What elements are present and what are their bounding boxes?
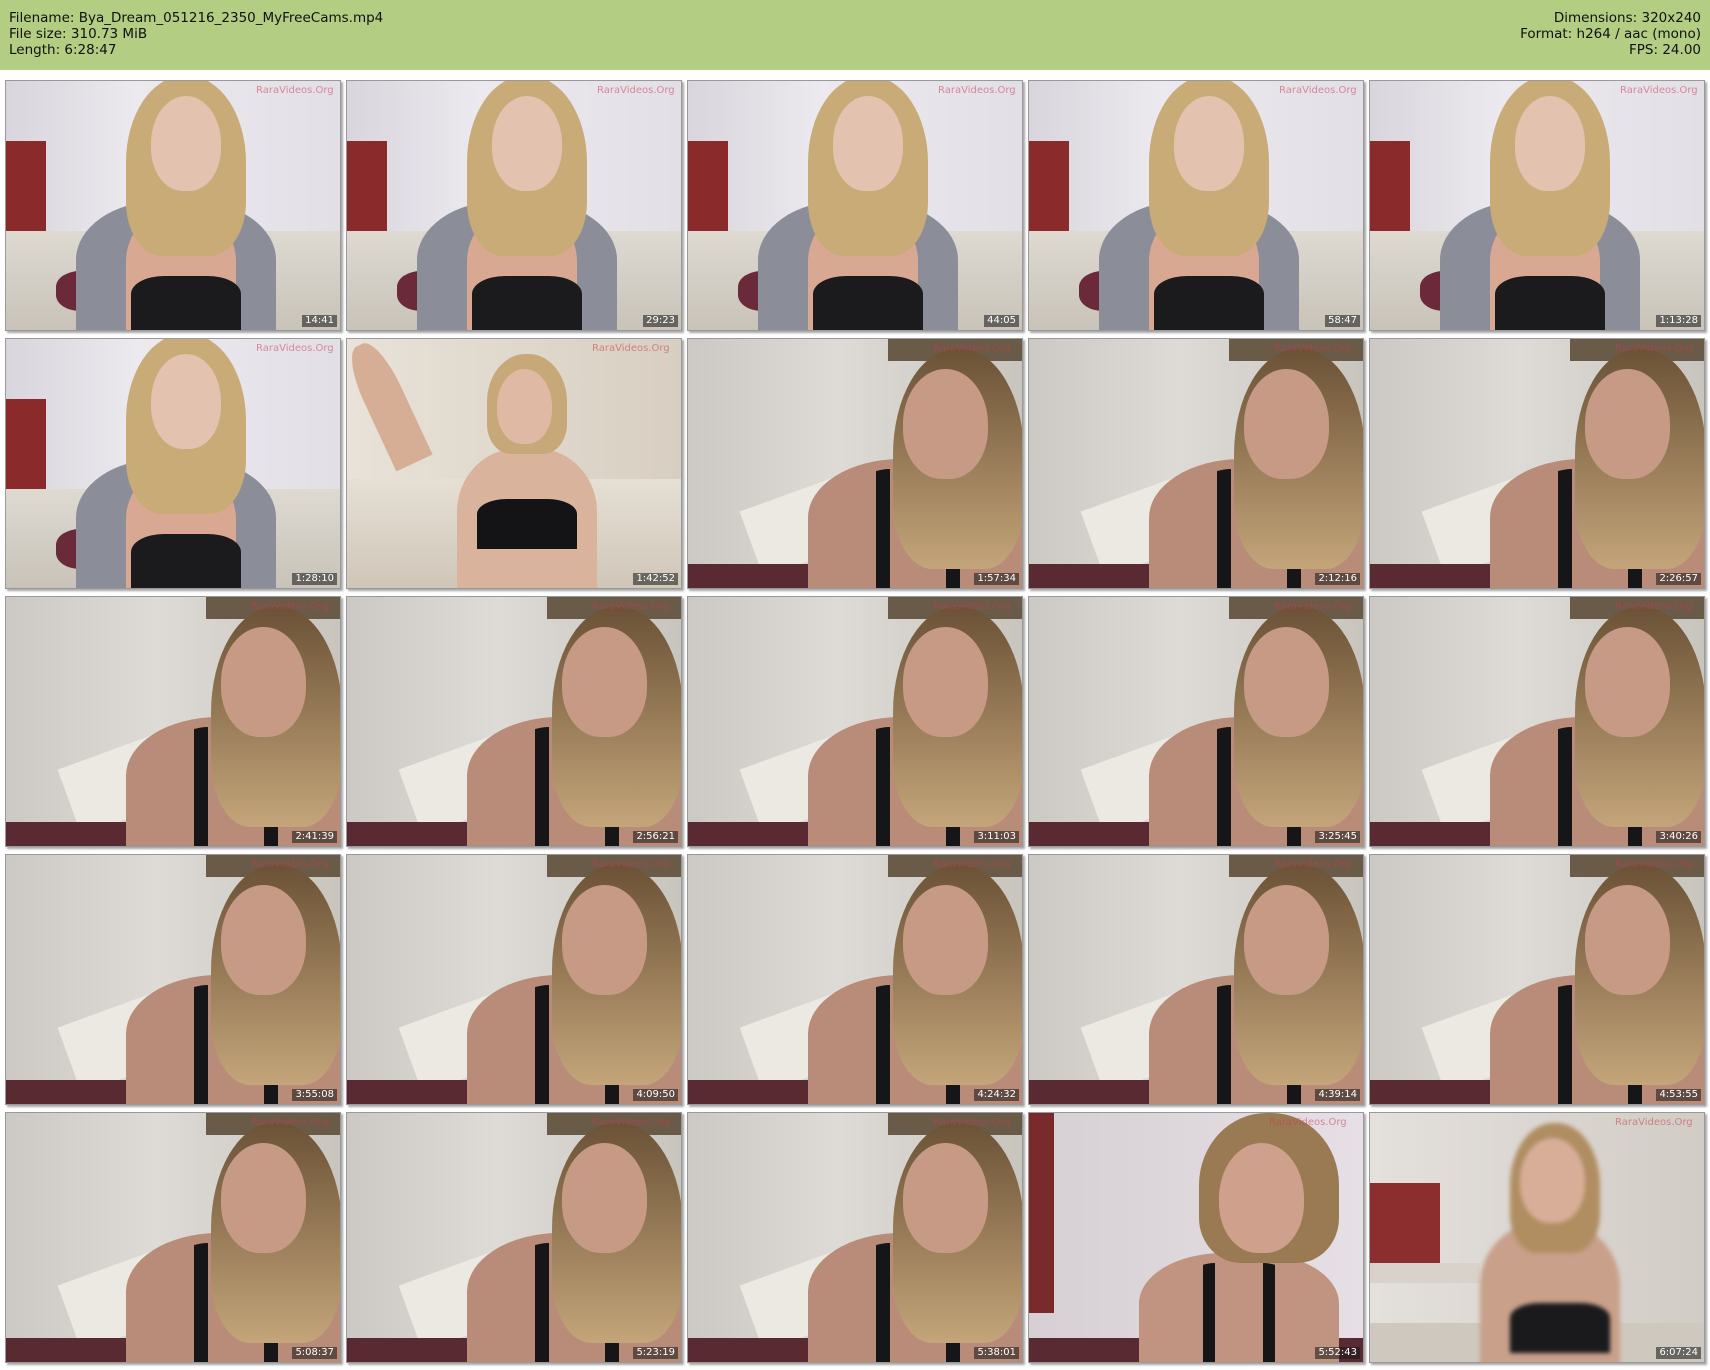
video-thumbnail: RaraVideos.Org 5:52:43: [1028, 1112, 1364, 1363]
video-thumbnail: RaraVideos.Org 5:08:37: [5, 1112, 341, 1363]
thumbnail-timestamp: 44:05: [984, 315, 1019, 327]
thumbnail-frame-image: RaraVideos.Org: [347, 339, 681, 588]
video-thumbnail: RaraVideos.Org 6:07:24: [1369, 1112, 1705, 1363]
video-thumbnail: RaraVideos.Org 3:40:26: [1369, 596, 1705, 847]
thumbnail-frame-image: RaraVideos.Org: [1370, 855, 1704, 1104]
video-info: Dimensions: 320x240 Format: h264 / aac (…: [1520, 10, 1701, 58]
thumbnail-timestamp: 2:41:39: [292, 831, 337, 843]
thumbnail-timestamp: 5:52:43: [1315, 1347, 1360, 1359]
thumbnail-timestamp: 4:39:14: [1315, 1089, 1360, 1101]
thumbnail-grid: RaraVideos.Org 14:41 RaraVideos.Org 29:23 Ra…: [0, 70, 1710, 1370]
filename-label: Filename: Bya_Dream_051216_2350_MyFreeCa…: [9, 10, 384, 26]
thumbnail-frame-image: RaraVideos.Org: [1370, 81, 1704, 330]
video-thumbnail: RaraVideos.Org 14:41: [5, 80, 341, 331]
thumbnail-timestamp: 4:24:32: [974, 1089, 1019, 1101]
thumbnail-timestamp: 5:38:01: [974, 1347, 1019, 1359]
video-thumbnail: RaraVideos.Org 1:42:52: [346, 338, 682, 589]
video-thumbnail: RaraVideos.Org 1:13:28: [1369, 80, 1705, 331]
thumbnail-timestamp: 58:47: [1325, 315, 1360, 327]
thumbnail-frame-image: RaraVideos.Org: [6, 855, 340, 1104]
fps-label: FPS: 24.00: [1629, 42, 1701, 58]
thumbnail-timestamp: 4:09:50: [633, 1089, 678, 1101]
format-label: Format: h264 / aac (mono): [1520, 26, 1701, 42]
thumbnail-frame-image: RaraVideos.Org: [1029, 597, 1363, 846]
thumbnail-timestamp: 3:25:45: [1315, 831, 1360, 843]
thumbnail-timestamp: 29:23: [643, 315, 678, 327]
thumbnail-timestamp: 2:26:57: [1656, 573, 1701, 585]
thumbnail-frame-image: RaraVideos.Org: [6, 339, 340, 588]
thumbnail-timestamp: 1:57:34: [974, 573, 1019, 585]
thumbnail-frame-image: RaraVideos.Org: [6, 81, 340, 330]
thumbnail-timestamp: 3:11:03: [974, 831, 1019, 843]
thumbnail-frame-image: RaraVideos.Org: [1029, 339, 1363, 588]
thumbnail-frame-image: RaraVideos.Org: [688, 81, 1022, 330]
video-thumbnail: RaraVideos.Org 3:55:08: [5, 854, 341, 1105]
video-thumbnail: RaraVideos.Org 2:26:57: [1369, 338, 1705, 589]
thumbnail-frame-image: RaraVideos.Org: [688, 855, 1022, 1104]
thumbnail-timestamp: 6:07:24: [1656, 1347, 1701, 1359]
thumbnail-timestamp: 5:23:19: [633, 1347, 678, 1359]
thumbnail-frame-image: RaraVideos.Org: [6, 597, 340, 846]
video-thumbnail: RaraVideos.Org 29:23: [346, 80, 682, 331]
dimensions-label: Dimensions: 320x240: [1553, 10, 1701, 26]
thumbnail-frame-image: RaraVideos.Org: [1029, 81, 1363, 330]
video-thumbnail: RaraVideos.Org 4:39:14: [1028, 854, 1364, 1105]
thumbnail-timestamp: 3:40:26: [1656, 831, 1701, 843]
video-thumbnail: RaraVideos.Org 3:11:03: [687, 596, 1023, 847]
video-thumbnail: RaraVideos.Org 4:24:32: [687, 854, 1023, 1105]
thumbnail-timestamp: 1:28:10: [292, 573, 337, 585]
thumbnail-frame-image: RaraVideos.Org: [688, 597, 1022, 846]
video-thumbnail: RaraVideos.Org 5:23:19: [346, 1112, 682, 1363]
thumbnail-timestamp: 4:53:55: [1656, 1089, 1701, 1101]
file-info: Filename: Bya_Dream_051216_2350_MyFreeCa…: [9, 10, 383, 58]
video-thumbnail: RaraVideos.Org 2:41:39: [5, 596, 341, 847]
thumbnail-frame-image: RaraVideos.Org: [1370, 597, 1704, 846]
video-thumbnail: RaraVideos.Org 3:25:45: [1028, 596, 1364, 847]
thumbnail-timestamp: 1:13:28: [1656, 315, 1701, 327]
video-thumbnail: RaraVideos.Org 1:57:34: [687, 338, 1023, 589]
thumbnail-timestamp: 2:12:16: [1315, 573, 1360, 585]
video-thumbnail: RaraVideos.Org 1:28:10: [5, 338, 341, 589]
thumbnail-frame-image: RaraVideos.Org: [6, 1113, 340, 1362]
thumbnail-frame-image: RaraVideos.Org: [1370, 339, 1704, 588]
video-thumbnail: RaraVideos.Org 2:56:21: [346, 596, 682, 847]
thumbnail-frame-image: RaraVideos.Org: [1029, 1113, 1363, 1362]
thumbnail-timestamp: 3:55:08: [292, 1089, 337, 1101]
thumbnail-timestamp: 1:42:52: [633, 573, 678, 585]
video-thumbnail: RaraVideos.Org 2:12:16: [1028, 338, 1364, 589]
contact-sheet-header: Filename: Bya_Dream_051216_2350_MyFreeCa…: [0, 0, 1710, 70]
video-thumbnail: RaraVideos.Org 4:09:50: [346, 854, 682, 1105]
video-thumbnail: RaraVideos.Org 4:53:55: [1369, 854, 1705, 1105]
filesize-label: File size: 310.73 MiB: [9, 26, 148, 42]
thumbnail-timestamp: 5:08:37: [292, 1347, 337, 1359]
thumbnail-frame-image: RaraVideos.Org: [347, 855, 681, 1104]
thumbnail-frame-image: RaraVideos.Org: [688, 1113, 1022, 1362]
thumbnail-frame-image: RaraVideos.Org: [1370, 1113, 1704, 1362]
video-thumbnail: RaraVideos.Org 5:38:01: [687, 1112, 1023, 1363]
thumbnail-frame-image: RaraVideos.Org: [1029, 855, 1363, 1104]
thumbnail-frame-image: RaraVideos.Org: [347, 597, 681, 846]
thumbnail-frame-image: RaraVideos.Org: [347, 81, 681, 330]
video-thumbnail: RaraVideos.Org 44:05: [687, 80, 1023, 331]
length-label: Length: 6:28:47: [9, 42, 117, 58]
video-thumbnail: RaraVideos.Org 58:47: [1028, 80, 1364, 331]
thumbnail-frame-image: RaraVideos.Org: [347, 1113, 681, 1362]
thumbnail-timestamp: 2:56:21: [633, 831, 678, 843]
thumbnail-frame-image: RaraVideos.Org: [688, 339, 1022, 588]
thumbnail-timestamp: 14:41: [302, 315, 337, 327]
